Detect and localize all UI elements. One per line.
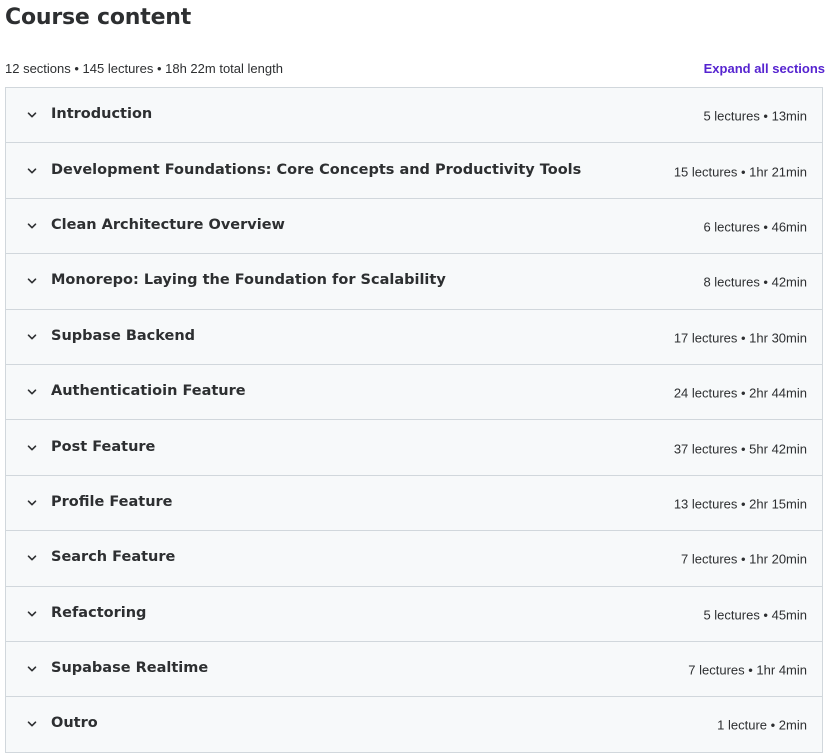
section-title: Outro — [51, 715, 98, 732]
chevron-down-icon — [25, 662, 39, 676]
chevron-down-icon — [25, 607, 39, 621]
chevron-down-icon — [25, 441, 39, 455]
course-summary-bar: 12 sections • 145 lectures • 18h 22m tot… — [5, 58, 825, 78]
section-lecture-count: 5 lectures • 45min — [703, 606, 807, 622]
section-title: Search Feature — [51, 549, 176, 566]
section-list: Introduction 5 lectures • 13min Developmen… — [5, 87, 823, 753]
section-lecture-count: 15 lectures • 1hr 21min — [673, 163, 807, 179]
chevron-down-icon — [25, 274, 39, 288]
section-row[interactable]: Profile Feature 13 lectures • 2hr 15min — [6, 475, 822, 532]
chevron-down-icon — [25, 330, 39, 344]
section-title: Refactoring — [51, 604, 147, 621]
section-lecture-count: 37 lectures • 5hr 42min — [673, 440, 807, 456]
chevron-down-icon — [25, 496, 39, 510]
course-content-panel: Course content 12 sections • 145 lecture… — [0, 0, 825, 753]
section-row[interactable]: Post Feature 37 lectures • 5hr 42min — [6, 420, 822, 476]
section-title: Supabase Realtime — [51, 660, 209, 677]
chevron-down-icon — [25, 108, 39, 122]
section-row[interactable]: Supbase Backend 17 lectures • 1hr 30min — [6, 309, 822, 365]
section-lecture-count: 24 lectures • 2hr 44min — [673, 385, 807, 401]
section-lecture-count: 1 lecture • 2min — [717, 717, 807, 733]
section-title: Authenticatioin Feature — [51, 383, 246, 400]
section-row[interactable]: Supabase Realtime 7 lectures • 1hr 4min — [6, 641, 822, 698]
section-title: Profile Feature — [51, 494, 173, 511]
section-title: Supbase Backend — [51, 327, 196, 344]
section-title: Development Foundations: Core Concepts a… — [51, 161, 582, 178]
section-title: Introduction — [51, 106, 153, 123]
course-summary: 12 sections • 145 lectures • 18h 22m tot… — [5, 60, 283, 76]
page-title: Course content — [5, 5, 192, 30]
section-lecture-count: 17 lectures • 1hr 30min — [673, 330, 807, 345]
section-row[interactable]: Outro 1 lecture • 2min — [6, 697, 822, 753]
section-title: Clean Architecture Overview — [51, 217, 285, 234]
chevron-down-icon — [25, 717, 39, 731]
section-row[interactable]: Refactoring 5 lectures • 45min — [6, 586, 822, 642]
chevron-down-icon — [25, 164, 39, 178]
section-lecture-count: 13 lectures • 2hr 15min — [673, 496, 807, 512]
section-lecture-count: 7 lectures • 1hr 20min — [681, 551, 807, 567]
chevron-down-icon — [25, 385, 39, 399]
chevron-down-icon — [25, 551, 39, 565]
section-title: Post Feature — [51, 438, 156, 455]
section-row[interactable]: Monorepo: Laying the Foundation for Scal… — [6, 254, 822, 310]
section-row[interactable]: Clean Architecture Overview 6 lectures • … — [6, 198, 822, 255]
section-lecture-count: 8 lectures • 42min — [703, 274, 807, 290]
section-lecture-count: 5 lectures • 13min — [703, 108, 807, 124]
section-row[interactable]: Authenticatioin Feature 24 lectures • 2hr… — [6, 364, 822, 421]
expand-all-sections-button[interactable]: Expand all sections — [704, 61, 825, 76]
section-row[interactable]: Development Foundations: Core Concepts a… — [6, 143, 822, 199]
chevron-down-icon — [25, 219, 39, 233]
section-lecture-count: 7 lectures • 1hr 4min — [688, 662, 807, 678]
section-row[interactable]: Introduction 5 lectures • 13min — [6, 88, 822, 144]
section-row[interactable]: Search Feature 7 lectures • 1hr 20min — [6, 531, 822, 587]
section-title: Monorepo: Laying the Foundation for Scal… — [51, 272, 446, 289]
section-lecture-count: 6 lectures • 46min — [703, 219, 807, 235]
